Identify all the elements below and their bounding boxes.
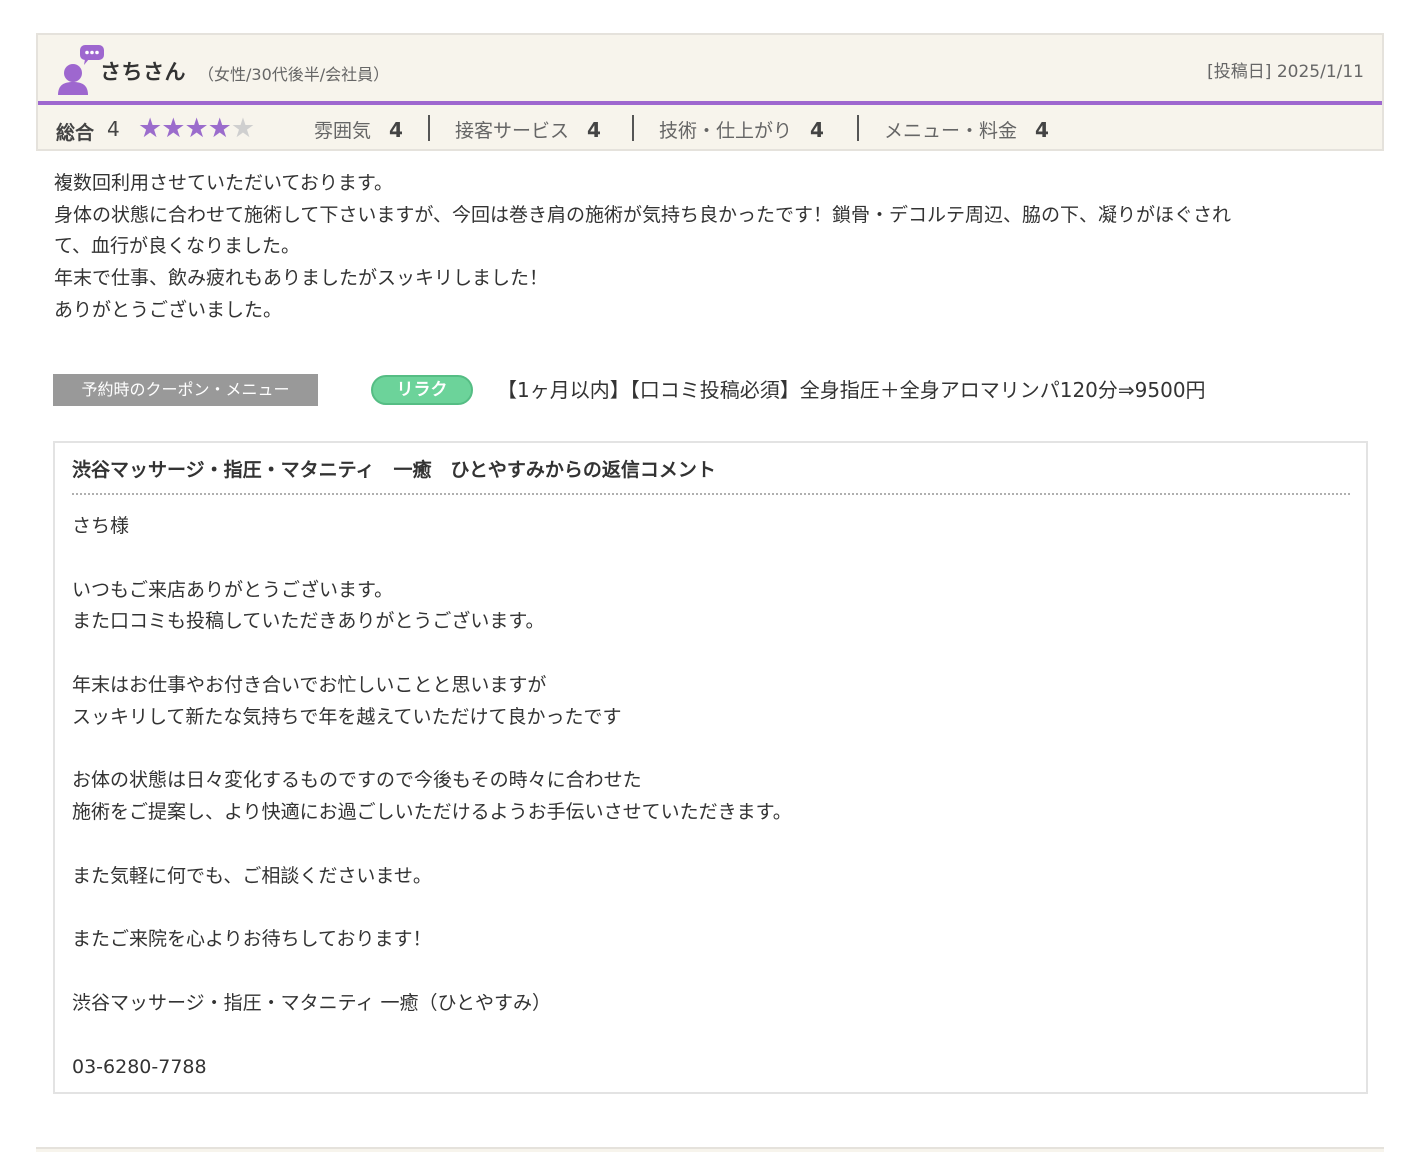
- review-header: さちさん （女性/30代後半/会社員） [投稿日] 2025/1/11: [38, 35, 1382, 105]
- reply-line: [72, 829, 1342, 861]
- rating-separator: [428, 115, 430, 141]
- reply-line: またご来院を心よりお待ちしております！: [72, 928, 432, 951]
- overall-label: 総合: [56, 122, 95, 144]
- coupon-category-badge: リラク: [371, 375, 473, 405]
- review-line: ありがとうございました。: [54, 298, 283, 321]
- review-line: 複数回利用させていただいております。: [54, 172, 393, 194]
- reviewer-profile: （女性/30代後半/会社員）: [198, 65, 390, 84]
- rating-label: メニュー・料金: [884, 120, 1018, 142]
- review-card: さちさん （女性/30代後半/会社員） [投稿日] 2025/1/11 総合 4…: [36, 33, 1384, 151]
- post-date: [投稿日] 2025/1/11: [1207, 62, 1364, 82]
- reply-divider: [72, 493, 1350, 495]
- coupon-text[interactable]: 【1ヶ月以内】【口コミ投稿必須】全身指圧＋全身アロマリンパ120分⇒9500円: [497, 374, 1206, 406]
- reply-box: 渋谷マッサージ・指圧・マタニティ 一癒 ひとやすみからの返信コメント さち様 い…: [53, 441, 1368, 1094]
- review-line: て、血行が良くなりました。: [54, 235, 301, 258]
- reply-line: [72, 1020, 1342, 1052]
- reply-line: スッキリして新たな気持ちで年を越えていただけて良かったです: [72, 705, 622, 728]
- reply-line: さち様: [72, 515, 130, 537]
- reply-line: また口コミも投稿していただきありがとうございます。: [72, 610, 545, 633]
- reply-line: [72, 543, 1342, 575]
- reply-line: いつもご来店ありがとうございます。: [72, 578, 394, 601]
- reply-line: 年末はお仕事やお付き合いでお忙しいことと思いますが: [72, 673, 547, 696]
- star-filled-icon: ★: [207, 113, 232, 144]
- rating-menu-price: メニュー・料金 4: [884, 116, 1049, 143]
- reply-line: また気軽に何でも、ご相談くださいませ。: [72, 864, 432, 887]
- rating-value: 4: [810, 118, 824, 142]
- next-review-card-edge: [36, 1147, 1384, 1152]
- rating-value: 4: [1035, 118, 1049, 142]
- coupon-label: 予約時のクーポン・メニュー: [53, 374, 318, 406]
- reply-line: お体の状態は日々変化するものですので今後もその時々に合わせた: [72, 769, 642, 792]
- star-filled-icon: ★: [138, 113, 162, 144]
- rating-label: 雰囲気: [314, 120, 372, 142]
- reply-line: [72, 734, 1342, 766]
- rating-label: 接客サービス: [455, 120, 570, 142]
- reply-line: [72, 956, 1342, 988]
- rating-separator: [632, 115, 634, 141]
- overall-score: 4: [107, 117, 120, 141]
- rating-atmosphere: 雰囲気 4: [314, 116, 403, 143]
- rating-technique: 技術・仕上がり 4: [659, 116, 824, 143]
- star-filled-icon: ★: [161, 113, 185, 144]
- star-filled-icon: ★: [184, 113, 208, 144]
- rating-label: 技術・仕上がり: [659, 120, 793, 142]
- star-rating: ★★★★★: [138, 112, 255, 146]
- star-empty-icon: ★: [230, 113, 255, 144]
- review-body: 複数回利用させていただいております。 身体の状態に合わせて施術して下さいますが、…: [54, 168, 1374, 327]
- rating-value: 4: [389, 118, 403, 142]
- review-line: 年末で仕事、飲み疲れもありましたがスッキリしました！: [54, 267, 549, 290]
- reply-line: [72, 638, 1342, 670]
- reply-line: 渋谷マッサージ・指圧・マタニティ 一癒（ひとやすみ）: [72, 991, 551, 1014]
- reviewer-name: さちさん: [100, 60, 186, 84]
- reply-title: 渋谷マッサージ・指圧・マタニティ 一癒 ひとやすみからの返信コメント: [72, 459, 716, 481]
- reply-line: [72, 893, 1342, 925]
- ratings-row: 総合 4 ★★★★★ 雰囲気 4 接客サービス 4 技術・仕上がり 4 メニュー・料金…: [38, 105, 1382, 153]
- rating-service: 接客サービス 4: [455, 116, 601, 143]
- reply-body: さち様 いつもご来店ありがとうございます。 また口コミも投稿していただきありがと…: [72, 511, 1342, 1083]
- rating-separator: [857, 115, 859, 141]
- rating-value: 4: [587, 118, 601, 142]
- reply-line: 03-6280-7788: [72, 1055, 207, 1078]
- review-line: 身体の状態に合わせて施術して下さいますが、今回は巻き肩の施術が気持ち良かったです…: [54, 203, 1232, 226]
- reply-line: 施術をご提案し、より快適にお過ごしいただけるようお手伝いさせていただきます。: [72, 801, 792, 824]
